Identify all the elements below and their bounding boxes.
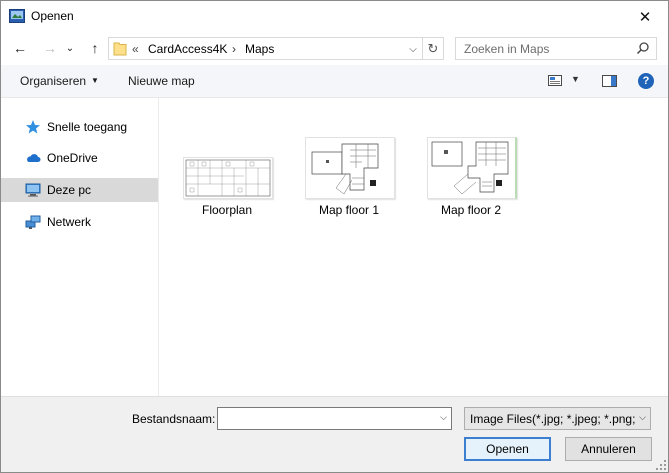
open-file-dialog: Openen ✕ ← → ⌄ ↑ « CardAccess4K › Maps ⌵… [0, 0, 669, 473]
view-options-icon[interactable] [548, 75, 562, 86]
image-thumbnail-icon [183, 157, 273, 199]
sidebar-item-label: OneDrive [47, 151, 98, 165]
sidebar-item-label: Netwerk [47, 215, 92, 229]
folder-icon [113, 42, 127, 56]
sidebar-item-label: Deze pc [47, 183, 92, 197]
navigation-bar: ← → ⌄ ↑ « CardAccess4K › Maps ⌵ ↻ Zoeken… [1, 32, 668, 64]
refresh-icon[interactable]: ↻ [422, 38, 443, 59]
search-input[interactable]: Zoeken in Maps [464, 42, 549, 56]
address-dropdown-icon[interactable]: ⌵ [405, 41, 421, 57]
back-arrow-icon[interactable]: ← [10, 38, 30, 58]
cancel-button[interactable]: Annuleren [565, 437, 652, 461]
search-box[interactable]: Zoeken in Maps [455, 37, 657, 60]
navigation-pane: Snelle toegang OneDrive Deze pc Netwerk [1, 98, 159, 396]
file-type-dropdown-icon[interactable]: ⌵ [639, 412, 646, 423]
new-folder-button[interactable]: Nieuwe map [128, 74, 195, 88]
file-name: Map floor 2 [440, 203, 502, 217]
up-arrow-icon[interactable]: ↑ [85, 38, 105, 58]
address-bar[interactable]: « CardAccess4K › Maps ⌵ ↻ [108, 37, 444, 60]
organize-caret-icon: ▼ [91, 76, 99, 85]
sidebar-item-quick-access[interactable]: Snelle toegang [1, 115, 158, 139]
window-title: Openen [31, 9, 74, 23]
sidebar-item-label: Snelle toegang [47, 120, 128, 134]
forward-arrow-icon[interactable]: → [40, 38, 60, 58]
title-bar: Openen ✕ [1, 1, 668, 32]
file-name: Map floor 1 [318, 203, 380, 217]
file-list: Floorplan Map floor 1 Map floor 2 [160, 98, 668, 396]
file-item-map-floor-1[interactable]: Map floor 1 [297, 135, 401, 225]
network-icon [25, 215, 41, 229]
search-icon[interactable] [636, 41, 650, 55]
recent-locations-chevron-icon[interactable]: ⌄ [64, 38, 76, 58]
close-icon[interactable]: ✕ [622, 1, 668, 32]
help-icon[interactable]: ? [638, 73, 654, 89]
breadcrumb-maps[interactable]: Maps [245, 42, 274, 56]
sidebar-item-network[interactable]: Netwerk [1, 210, 158, 234]
star-icon [26, 120, 40, 134]
filename-label: Bestandsnaam: [132, 412, 216, 426]
view-dropdown-icon[interactable]: ▼ [571, 74, 580, 84]
floorplan-preview [185, 159, 271, 197]
file-type-select[interactable]: Image Files(*.jpg; *.jpeg; *.png; ⌵ [464, 407, 651, 430]
file-name: Floorplan [201, 203, 253, 217]
filename-dropdown-icon[interactable]: ⌵ [440, 412, 447, 423]
sidebar-item-this-pc[interactable]: Deze pc [1, 178, 158, 202]
cloud-icon [27, 154, 41, 162]
file-item-floorplan[interactable]: Floorplan [175, 135, 279, 225]
breadcrumb-overflow[interactable]: « [132, 42, 139, 56]
dialog-footer: Bestandsnaam: ⌵ Image Files(*.jpg; *.jpe… [1, 396, 668, 472]
command-bar: Organiseren ▼ Nieuwe map ▼ ? [1, 65, 668, 98]
preview-pane-icon[interactable] [602, 75, 617, 87]
map-floor-1-preview [311, 143, 379, 195]
breadcrumb-separator-icon[interactable]: › [232, 42, 236, 56]
organize-menu[interactable]: Organiseren ▼ [20, 74, 99, 88]
resize-grip-icon[interactable] [656, 460, 666, 470]
filename-field[interactable]: ⌵ [217, 407, 452, 430]
breadcrumb-cardaccess4k[interactable]: CardAccess4K [148, 42, 227, 56]
file-item-map-floor-2[interactable]: Map floor 2 [419, 135, 523, 225]
sidebar-item-onedrive[interactable]: OneDrive [1, 146, 158, 170]
app-icon [9, 9, 25, 23]
image-thumbnail-icon [305, 137, 395, 199]
open-button[interactable]: Openen [464, 437, 551, 461]
map-floor-2-preview [431, 141, 509, 195]
computer-icon [25, 183, 41, 197]
file-type-value: Image Files(*.jpg; *.jpeg; *.png; [470, 412, 636, 426]
organize-label: Organiseren [20, 74, 87, 88]
image-thumbnail-icon [427, 137, 517, 199]
